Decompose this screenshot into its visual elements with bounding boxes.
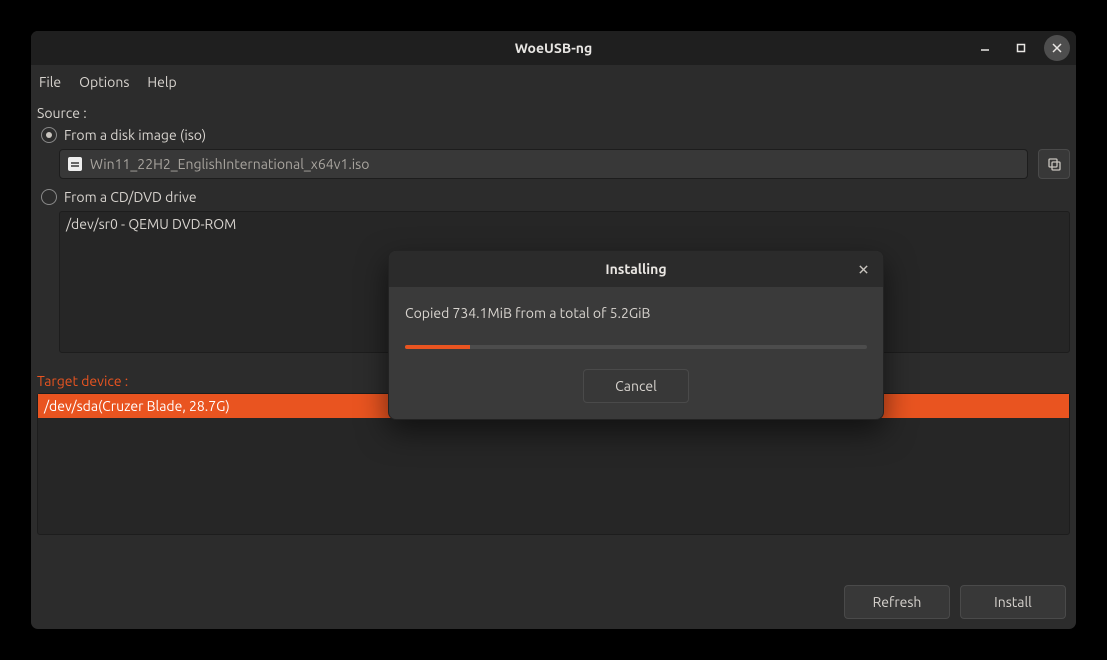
close-icon	[1051, 42, 1063, 54]
progress-bar	[405, 345, 867, 349]
list-item[interactable]: /dev/sr0 - QEMU DVD-ROM	[60, 212, 1069, 236]
maximize-icon	[1015, 42, 1027, 54]
dialog-status: Copied 734.1MiB from a total of 5.2GiB	[405, 305, 867, 321]
menu-help[interactable]: Help	[147, 74, 176, 90]
footer-buttons: Refresh Install	[844, 585, 1066, 619]
minimize-icon	[979, 42, 991, 54]
iso-filename: Win11_22H2_EnglishInternational_x64v1.is…	[90, 156, 369, 172]
menu-file[interactable]: File	[39, 74, 61, 90]
progress-fill	[405, 345, 470, 349]
minimize-button[interactable]	[972, 35, 998, 61]
app-window: WoeUSB-ng File Options Help Source : Fro…	[30, 30, 1077, 630]
menubar: File Options Help	[31, 65, 1076, 95]
close-icon	[858, 264, 869, 275]
radio-row-iso[interactable]: From a disk image (iso)	[41, 127, 1070, 143]
radio-iso[interactable]	[41, 127, 57, 143]
dialog-body: Copied 734.1MiB from a total of 5.2GiB C…	[389, 287, 883, 419]
iso-file-row: Win11_22H2_EnglishInternational_x64v1.is…	[59, 149, 1070, 179]
window-title: WoeUSB-ng	[515, 40, 592, 56]
maximize-button[interactable]	[1008, 35, 1034, 61]
dialog-title: Installing	[605, 261, 666, 277]
radio-row-cd[interactable]: From a CD/DVD drive	[41, 189, 1070, 205]
window-controls	[972, 35, 1070, 61]
menu-options[interactable]: Options	[79, 74, 129, 90]
source-label: Source :	[37, 105, 1070, 121]
titlebar: WoeUSB-ng	[31, 31, 1076, 65]
iso-file-field[interactable]: Win11_22H2_EnglishInternational_x64v1.is…	[59, 149, 1028, 179]
copy-icon	[1046, 156, 1062, 172]
browse-button[interactable]	[1038, 149, 1070, 179]
radio-cd[interactable]	[41, 189, 57, 205]
radio-iso-label: From a disk image (iso)	[64, 127, 206, 143]
refresh-button[interactable]: Refresh	[844, 585, 950, 619]
file-icon	[68, 157, 82, 171]
cancel-button[interactable]: Cancel	[583, 369, 689, 403]
radio-cd-label: From a CD/DVD drive	[64, 189, 197, 205]
dialog-close-button[interactable]	[851, 257, 875, 281]
close-button[interactable]	[1044, 35, 1070, 61]
dialog-titlebar: Installing	[389, 251, 883, 287]
install-button[interactable]: Install	[960, 585, 1066, 619]
installing-dialog: Installing Copied 734.1MiB from a total …	[388, 250, 884, 420]
